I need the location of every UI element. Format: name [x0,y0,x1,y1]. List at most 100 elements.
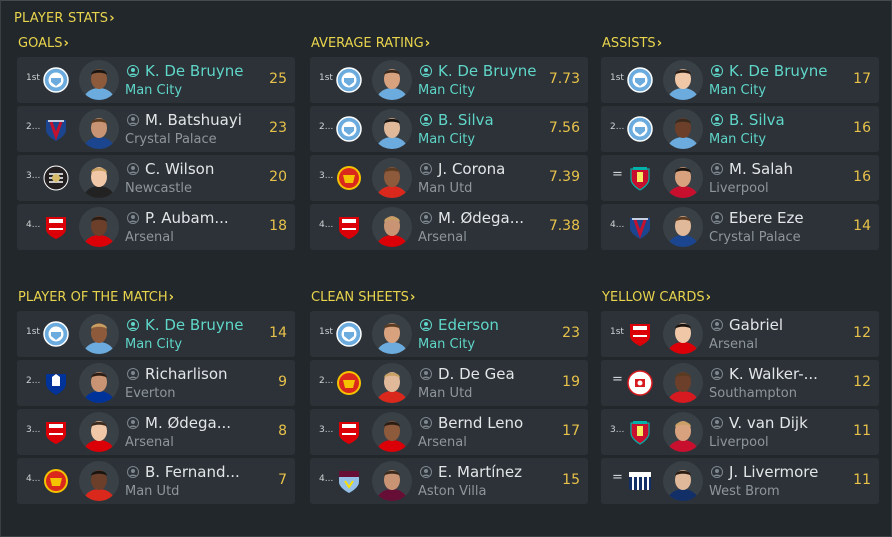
leaderboard-row[interactable]: 3... J. Corona Man Utd 7.39 [310,155,588,201]
player-name-link[interactable]: C. Wilson [127,160,214,178]
player-stats-link[interactable]: PLAYER STATS› [14,11,115,26]
club-name-link[interactable]: Man Utd [418,386,472,401]
club-name-link[interactable]: Man City [125,83,182,98]
leaderboard-row[interactable]: = K. Walker-... Southampton 12 [601,360,879,406]
player-name-link[interactable]: Bernd Leno [420,414,523,432]
man-city-badge[interactable] [43,67,69,93]
player-portrait[interactable] [663,412,703,452]
player-name-link[interactable]: Richarlison [127,365,228,383]
player-portrait[interactable] [79,60,119,100]
leaderboard-row[interactable]: 4... P. Aubam... Arsenal 18 [17,204,295,250]
player-portrait[interactable] [663,60,703,100]
player-name-link[interactable]: P. Aubam... [127,209,229,227]
club-name-link[interactable]: Crystal Palace [709,230,801,245]
club-name-link[interactable]: Man City [418,83,475,98]
club-name-link[interactable]: Arsenal [418,435,467,450]
player-name-link[interactable]: E. Martínez [420,463,522,481]
player-portrait[interactable] [79,158,119,198]
player-name-link[interactable]: B. Fernand... [127,463,240,481]
club-name-link[interactable]: Arsenal [125,230,174,245]
man-city-badge[interactable] [336,116,362,142]
arsenal-badge[interactable] [43,419,69,445]
man-utd-badge[interactable] [336,370,362,396]
player-name-link[interactable]: Ebere Eze [711,209,804,227]
liverpool-badge[interactable] [627,419,653,445]
club-name-link[interactable]: Liverpool [709,181,769,196]
leaderboard-row[interactable]: 4... B. Fernand... Man Utd 7 [17,458,295,504]
player-name-link[interactable]: M. Salah [711,160,793,178]
man-city-badge[interactable] [627,67,653,93]
leaderboard-row[interactable]: 4... Ebere Eze Crystal Palace 14 [601,204,879,250]
player-name-link[interactable]: J. Corona [420,160,505,178]
leaderboard-row[interactable]: 2... B. Silva Man City 16 [601,106,879,152]
player-portrait[interactable] [372,314,412,354]
arsenal-badge[interactable] [627,321,653,347]
player-name-link[interactable]: K. De Bruyne [127,62,244,80]
leaderboard-row[interactable]: 2... Richarlison Everton 9 [17,360,295,406]
category-title-link[interactable]: GOALS› [17,34,295,54]
player-name-link[interactable]: M. Ødega... [420,209,524,227]
arsenal-badge[interactable] [43,214,69,240]
club-name-link[interactable]: Newcastle [125,181,192,196]
leaderboard-row[interactable]: 2... M. Batshuayi Crystal Palace 23 [17,106,295,152]
player-portrait[interactable] [663,363,703,403]
player-portrait[interactable] [372,158,412,198]
player-name-link[interactable]: J. Livermore [711,463,818,481]
club-name-link[interactable]: Man City [709,83,766,98]
player-name-link[interactable]: V. van Dijk [711,414,808,432]
player-portrait[interactable] [79,412,119,452]
player-name-link[interactable]: M. Batshuayi [127,111,242,129]
club-name-link[interactable]: Everton [125,386,176,401]
crystal-palace-badge[interactable] [43,116,69,142]
club-name-link[interactable]: Man City [709,132,766,147]
leaderboard-row[interactable]: 3... C. Wilson Newcastle 20 [17,155,295,201]
club-name-link[interactable]: Man City [418,132,475,147]
category-title-link[interactable]: PLAYER OF THE MATCH› [17,288,295,308]
category-title-link[interactable]: YELLOW CARDS› [601,288,879,308]
club-name-link[interactable]: Aston Villa [418,484,487,499]
man-utd-badge[interactable] [43,468,69,494]
leaderboard-row[interactable]: 1st Gabriel Arsenal 12 [601,311,879,357]
leaderboard-row[interactable]: = M. Salah Liverpool 16 [601,155,879,201]
player-name-link[interactable]: M. Ødega... [127,414,231,432]
player-portrait[interactable] [79,109,119,149]
club-name-link[interactable]: Man Utd [125,484,179,499]
southampton-badge[interactable] [627,370,653,396]
player-portrait[interactable] [79,363,119,403]
player-name-link[interactable]: K. Walker-... [711,365,818,383]
club-name-link[interactable]: West Brom [709,484,780,499]
player-name-link[interactable]: K. De Bruyne [711,62,828,80]
club-name-link[interactable]: Liverpool [709,435,769,450]
arsenal-badge[interactable] [336,214,362,240]
leaderboard-row[interactable]: 2... B. Silva Man City 7.56 [310,106,588,152]
man-utd-badge[interactable] [336,165,362,191]
man-city-badge[interactable] [43,321,69,347]
player-name-link[interactable]: K. De Bruyne [420,62,537,80]
category-title-link[interactable]: CLEAN SHEETS› [310,288,588,308]
club-name-link[interactable]: Southampton [709,386,797,401]
newcastle-badge[interactable] [43,165,69,191]
leaderboard-row[interactable]: 1st K. De Bruyne Man City 17 [601,57,879,103]
crystal-palace-badge[interactable] [627,214,653,240]
club-name-link[interactable]: Man City [125,337,182,352]
club-name-link[interactable]: Arsenal [418,230,467,245]
player-portrait[interactable] [372,60,412,100]
player-portrait[interactable] [79,207,119,247]
aston-villa-badge[interactable] [336,468,362,494]
player-portrait[interactable] [663,314,703,354]
club-name-link[interactable]: Man Utd [418,181,472,196]
club-name-link[interactable]: Arsenal [709,337,758,352]
player-portrait[interactable] [372,461,412,501]
player-name-link[interactable]: Ederson [420,316,499,334]
player-portrait[interactable] [663,207,703,247]
leaderboard-row[interactable]: 1st K. De Bruyne Man City 7.73 [310,57,588,103]
category-title-link[interactable]: AVERAGE RATING› [310,34,588,54]
player-portrait[interactable] [372,412,412,452]
leaderboard-row[interactable]: 4... M. Ødega... Arsenal 7.38 [310,204,588,250]
club-name-link[interactable]: Arsenal [125,435,174,450]
leaderboard-row[interactable]: 3... M. Ødega... Arsenal 8 [17,409,295,455]
man-city-badge[interactable] [336,321,362,347]
liverpool-badge[interactable] [627,165,653,191]
player-portrait[interactable] [79,461,119,501]
player-portrait[interactable] [79,314,119,354]
